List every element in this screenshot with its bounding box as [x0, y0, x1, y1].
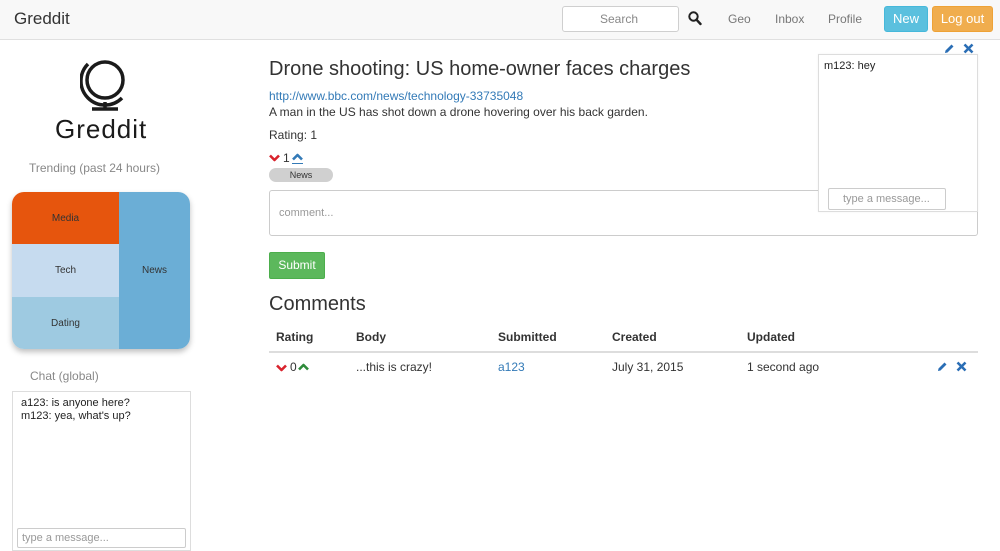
nav-link-inbox[interactable]: Inbox	[775, 12, 804, 26]
tile-label: Dating	[51, 317, 80, 329]
global-chat-heading: Chat (global)	[30, 369, 99, 383]
trending-heading: Trending (past 24 hours)	[29, 161, 160, 175]
tag-badge[interactable]: News	[269, 168, 333, 182]
comment-created: July 31, 2015	[612, 360, 684, 374]
upvote-icon[interactable]	[292, 153, 303, 161]
table-divider	[269, 351, 978, 353]
comment-updated: 1 second ago	[747, 360, 820, 374]
tile-label: Media	[51, 212, 80, 224]
private-chat-message: m123: hey	[824, 60, 876, 72]
treemap-tile-news[interactable]: News	[119, 192, 190, 349]
post-vote-count: 1	[283, 151, 290, 165]
nav-link-geo[interactable]: Geo	[728, 12, 751, 26]
chat-message: a123: is anyone here?	[21, 397, 130, 409]
comment-body: ...this is crazy!	[356, 360, 433, 374]
column-header-submitted: Submitted	[498, 330, 557, 344]
search-input[interactable]	[562, 6, 679, 32]
trending-treemap: Media Tech Dating News	[12, 192, 190, 349]
chat-message: m123: yea, what's up?	[21, 410, 131, 422]
private-chat-input[interactable]	[828, 188, 946, 210]
treemap-tile-tech[interactable]: Tech	[12, 244, 119, 297]
logout-button[interactable]: Log out	[932, 6, 993, 32]
brand-link[interactable]: Greddit	[14, 9, 70, 29]
tile-label: Tech	[54, 265, 77, 276]
downvote-icon[interactable]	[269, 154, 280, 162]
comment-downvote-icon[interactable]	[276, 364, 287, 372]
globe-logo-icon	[80, 60, 125, 111]
post-rating: Rating: 1	[269, 128, 318, 142]
nav-link-profile[interactable]: Profile	[828, 12, 862, 26]
new-post-button[interactable]: New	[884, 6, 928, 32]
post-title: Drone shooting: US home-owner faces char…	[269, 58, 691, 80]
chat-edit-icon[interactable]	[944, 43, 955, 54]
column-header-body: Body	[356, 330, 386, 344]
column-header-updated: Updated	[747, 330, 795, 344]
top-navbar: Greddit Geo Inbox Profile New Log out	[0, 0, 1000, 40]
comment-author-link[interactable]: a123	[498, 360, 525, 374]
edit-comment-icon[interactable]	[937, 361, 948, 372]
delete-comment-icon[interactable]	[956, 361, 967, 372]
global-chat-input[interactable]	[17, 528, 186, 548]
comment-upvote-icon[interactable]	[298, 363, 309, 371]
post-description: A man in the US has shot down a drone ho…	[269, 105, 648, 119]
logo-text: Greddit	[55, 114, 148, 144]
search-icon[interactable]	[688, 11, 702, 27]
chat-close-icon[interactable]	[963, 43, 974, 54]
comment-rating: 0	[290, 360, 297, 374]
submit-button[interactable]: Submit	[269, 252, 325, 279]
treemap-tile-media[interactable]: Media	[12, 192, 119, 244]
tile-label: News	[141, 265, 167, 276]
comments-heading: Comments	[269, 293, 366, 315]
upvote-underline	[292, 163, 303, 164]
column-header-created: Created	[612, 330, 657, 344]
column-header-rating: Rating	[276, 330, 314, 344]
treemap-tile-dating[interactable]: Dating	[12, 297, 119, 349]
post-link[interactable]: http://www.bbc.com/news/technology-33735…	[269, 89, 523, 103]
